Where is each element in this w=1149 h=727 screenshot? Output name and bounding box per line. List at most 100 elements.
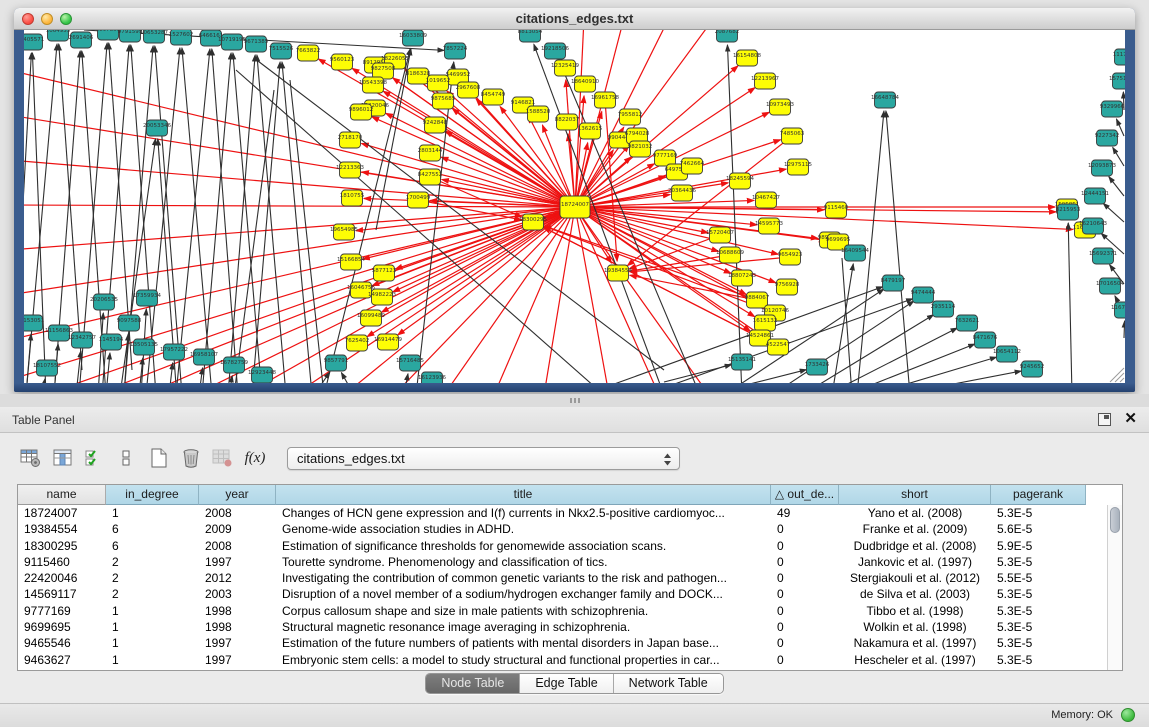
graph-node[interactable]: 20053346 bbox=[143, 120, 171, 136]
table-row[interactable]: 1872400712008Changes of HCN gene express… bbox=[18, 505, 1107, 521]
graph-node[interactable]: 9896012 bbox=[349, 104, 374, 120]
graph-node[interactable]: 10653287 bbox=[140, 30, 168, 43]
graph-node[interactable]: 17957222 bbox=[160, 344, 188, 360]
graph-node[interactable]: 7857224 bbox=[443, 43, 468, 59]
column-header-title[interactable]: title bbox=[276, 485, 771, 505]
select-all-button[interactable] bbox=[81, 445, 109, 471]
new-file-button[interactable] bbox=[145, 445, 173, 471]
graph-node[interactable]: 16648784 bbox=[871, 92, 899, 108]
graph-node[interactable]: 9857791 bbox=[324, 355, 349, 371]
graph-node[interactable]: 7515526 bbox=[269, 43, 294, 59]
graph-node[interactable]: 5877123 bbox=[372, 265, 397, 281]
graph-node[interactable]: 14982223 bbox=[368, 289, 396, 305]
table-row[interactable]: 969969511998Structural magnetic resonanc… bbox=[18, 619, 1107, 635]
graph-node[interactable]: 16409544 bbox=[841, 245, 869, 261]
graph-node[interactable]: 9791599 bbox=[118, 30, 143, 42]
graph-node[interactable]: 7625402 bbox=[345, 335, 370, 351]
graph-node[interactable]: 14595773 bbox=[755, 218, 783, 234]
graph-node[interactable]: 17016504 bbox=[1096, 278, 1124, 294]
graph-node[interactable]: 20206535 bbox=[90, 294, 118, 310]
graph-node[interactable]: 18640910 bbox=[571, 76, 599, 92]
tab-network-table[interactable]: Network Table bbox=[614, 674, 723, 693]
graph-node[interactable]: 8215953 bbox=[1056, 204, 1081, 220]
panel-divider[interactable] bbox=[0, 394, 1149, 407]
row-height-button[interactable] bbox=[113, 445, 141, 471]
graph-node[interactable]: 18245594 bbox=[726, 173, 754, 189]
column-header-name[interactable]: name bbox=[18, 485, 106, 505]
graph-node[interactable]: 1145194 bbox=[99, 334, 124, 350]
close-panel-icon[interactable]: ✕ bbox=[1124, 410, 1137, 428]
column-header-year[interactable]: year bbox=[199, 485, 276, 505]
graph-node[interactable]: 16782759 bbox=[220, 357, 248, 373]
graph-node[interactable]: 1615132 bbox=[753, 315, 778, 331]
graph-node[interactable]: 9242848 bbox=[423, 117, 448, 133]
graph-node[interactable]: 18300295 bbox=[519, 214, 547, 230]
graph-node[interactable]: 9560123 bbox=[330, 54, 355, 70]
table-row[interactable]: 1456911722003Disruption of a novel membe… bbox=[18, 586, 1107, 602]
graph-node[interactable]: 1588520 bbox=[526, 106, 551, 122]
graph-node[interactable]: 12444151 bbox=[1081, 188, 1109, 204]
graph-node[interactable]: 12342757 bbox=[68, 332, 96, 348]
graph-node[interactable]: 8479197 bbox=[881, 275, 906, 291]
tab-edge-table[interactable]: Edge Table bbox=[520, 674, 613, 693]
graph-node[interactable]: 10688609 bbox=[716, 247, 744, 263]
graph-node[interactable]: 9329966 bbox=[1100, 101, 1125, 117]
function-builder-button[interactable]: f(x) bbox=[241, 445, 269, 471]
scrollbar-thumb[interactable] bbox=[1110, 507, 1120, 533]
graph-node[interactable]: 15751074 bbox=[1109, 73, 1125, 89]
tab-node-table[interactable]: Node Table bbox=[426, 674, 520, 693]
table-scrollbar[interactable] bbox=[1107, 505, 1122, 670]
graph-node[interactable]: 2935114 bbox=[931, 301, 956, 317]
graph-node[interactable]: 1527602 bbox=[169, 30, 194, 45]
graph-node[interactable]: 16914479 bbox=[374, 334, 402, 350]
graph-node[interactable]: 8427552 bbox=[418, 169, 443, 185]
graph-node[interactable]: 10973493 bbox=[766, 99, 794, 115]
graph-node[interactable]: 8813054 bbox=[518, 30, 543, 42]
graph-node[interactable]: 7632621 bbox=[955, 315, 980, 331]
graph-node[interactable]: 10719195 bbox=[218, 34, 246, 50]
graph-node[interactable]: 10467427 bbox=[752, 192, 780, 208]
graph-node[interactable]: 9875685 bbox=[431, 93, 456, 109]
graph-node[interactable]: 16210643 bbox=[1079, 218, 1107, 234]
graph-node[interactable]: 13505135 bbox=[130, 339, 158, 355]
network-canvas[interactable]: 2405571106495526914062897853979159910653… bbox=[24, 30, 1125, 383]
memory-ok-indicator[interactable] bbox=[1121, 708, 1135, 722]
graph-node[interactable]: 19384554 bbox=[604, 265, 632, 281]
graph-node[interactable]: 18107552 bbox=[33, 360, 61, 376]
graph-node[interactable]: 9474444 bbox=[911, 287, 936, 303]
table-settings-button[interactable] bbox=[17, 445, 45, 471]
graph-node[interactable]: 19218506 bbox=[541, 43, 569, 59]
table-selector-dropdown[interactable]: citations_edges.txt bbox=[287, 447, 680, 470]
graph-node[interactable]: 18724007 bbox=[560, 196, 590, 218]
float-panel-icon[interactable] bbox=[1098, 413, 1111, 426]
graph-node[interactable]: 7462664 bbox=[680, 158, 705, 174]
graph-node[interactable]: 12213363 bbox=[336, 162, 364, 178]
table-row[interactable]: 946362711997Embryonic stem cells: a mode… bbox=[18, 652, 1107, 668]
graph-node[interactable]: 2803144 bbox=[418, 145, 443, 161]
delete-button[interactable] bbox=[177, 445, 205, 471]
graph-node[interactable]: 7663822 bbox=[296, 45, 321, 61]
delete-table-button[interactable] bbox=[209, 445, 237, 471]
graph-node[interactable]: 2087682 bbox=[715, 30, 740, 42]
graph-node[interactable]: 9245652 bbox=[1020, 361, 1045, 377]
graph-node[interactable]: 2153051 bbox=[24, 315, 44, 331]
graph-node[interactable]: 8822037 bbox=[555, 114, 580, 130]
graph-node[interactable]: 11675358 bbox=[1111, 302, 1125, 318]
graph-node[interactable]: 9821032 bbox=[628, 141, 653, 157]
graph-node[interactable]: 9097588 bbox=[117, 315, 142, 331]
table-row[interactable]: 946554611997Estimation of the future num… bbox=[18, 635, 1107, 651]
graph-node[interactable]: 15692371 bbox=[1089, 248, 1117, 264]
graph-node[interactable]: 1019652 bbox=[426, 75, 451, 91]
table-row[interactable]: 2242004622012Investigating the contribut… bbox=[18, 570, 1107, 586]
graph-node[interactable]: 7955812 bbox=[618, 109, 643, 125]
graph-node[interactable]: 16033809 bbox=[399, 30, 427, 46]
graph-node[interactable]: 12325419 bbox=[551, 60, 579, 76]
show-column-button[interactable] bbox=[49, 445, 77, 471]
divider-handle-icon[interactable] bbox=[570, 398, 582, 403]
column-header-out_de[interactable]: △ out_de... bbox=[771, 485, 839, 505]
graph-node[interactable]: 15166854 bbox=[337, 254, 365, 270]
resize-grip[interactable] bbox=[1110, 368, 1124, 382]
table-row[interactable]: 1938455462009Genome-wide association stu… bbox=[18, 521, 1107, 537]
graph-node[interactable]: 1117915 bbox=[1113, 49, 1125, 65]
table-row[interactable]: 977716911998Corpus callosum shape and si… bbox=[18, 603, 1107, 619]
